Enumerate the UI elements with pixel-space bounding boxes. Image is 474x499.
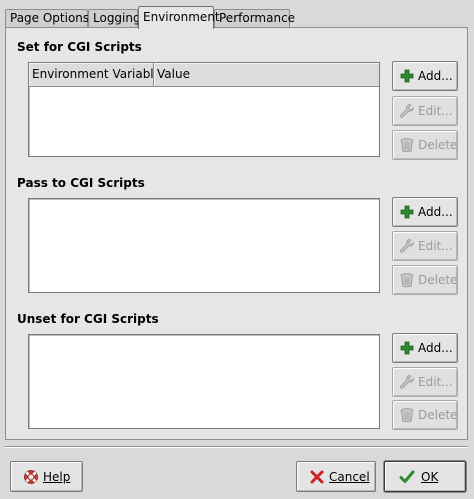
tab-logging[interactable]: Logging [88,9,141,27]
ok-button[interactable]: OK [384,461,466,492]
checkmark-icon [399,470,415,483]
set-add-label: Add... [418,69,453,83]
tab-environment[interactable]: Environment [138,6,220,29]
set-cgi-title: Set for CGI Scripts [17,40,142,54]
pass-cgi-title: Pass to CGI Scripts [17,176,145,190]
unset-cgi-title: Unset for CGI Scripts [17,312,159,326]
pass-delete-button[interactable]: Delete [392,265,458,295]
tab-performance[interactable]: Performance [214,9,295,27]
pass-cgi-list[interactable] [28,198,380,293]
unset-delete-label: Delete [418,408,458,422]
pass-delete-label: Delete [418,273,458,287]
unset-add-button[interactable]: Add... [392,333,458,363]
set-cgi-list[interactable]: Environment Variable Value [28,62,380,157]
set-add-button[interactable]: Add... [392,61,458,91]
trash-icon [400,408,414,423]
set-cgi-column-headers: Environment Variable Value [29,63,379,87]
cancel-label: Cancel [329,469,370,484]
tab-page-options[interactable]: Page Options [5,9,89,27]
help-button[interactable]: Help [10,461,83,492]
wrench-icon [400,104,414,118]
set-edit-button[interactable]: Edit... [392,96,458,126]
lifebuoy-icon [24,469,38,484]
column-header-environment-variable[interactable]: Environment Variable [29,63,161,87]
trash-icon [400,138,414,153]
unset-cgi-list[interactable] [28,334,380,429]
pass-add-label: Add... [418,205,453,219]
ok-label: OK [421,469,439,484]
unset-add-label: Add... [418,341,453,355]
unset-delete-button[interactable]: Delete [392,400,458,430]
close-icon [310,470,324,483]
trash-icon [400,273,414,288]
wrench-icon [400,375,414,389]
set-edit-label: Edit... [418,104,453,118]
pass-edit-label: Edit... [418,239,453,253]
plus-icon [400,205,414,219]
pass-add-button[interactable]: Add... [392,197,458,227]
plus-icon [400,341,414,355]
wrench-icon [400,239,414,253]
footer-separator [5,446,468,448]
help-label: Help [43,469,71,484]
column-header-value[interactable]: Value [154,63,379,87]
set-delete-button[interactable]: Delete [392,130,458,160]
set-delete-label: Delete [418,138,458,152]
pass-edit-button[interactable]: Edit... [392,231,458,261]
unset-edit-label: Edit... [418,375,453,389]
plus-icon [400,69,414,83]
unset-edit-button[interactable]: Edit... [392,367,458,397]
cancel-button[interactable]: Cancel [296,461,376,492]
